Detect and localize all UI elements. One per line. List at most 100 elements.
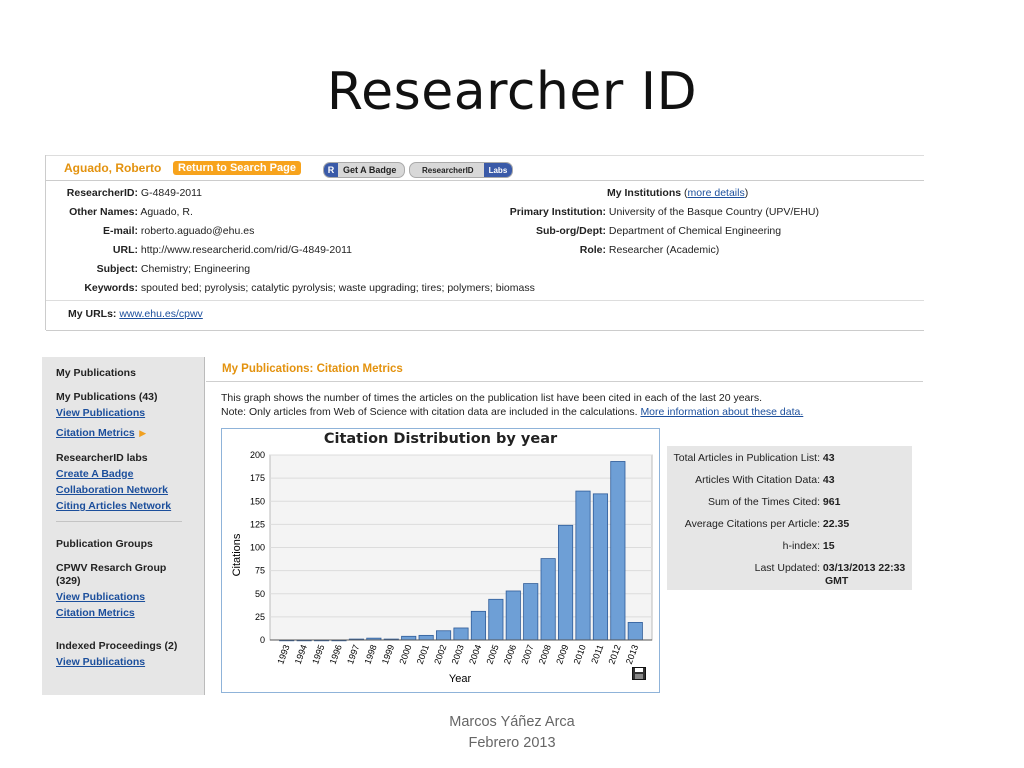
x-tick-label: 1994 (293, 643, 309, 665)
sidebar-my-publications-count: My Publications (43) (56, 391, 158, 403)
x-axis-label: Year (449, 673, 472, 685)
field-sub-org: Sub-org/Dept: Department of Chemical Eng… (536, 225, 782, 237)
page-title: My Publications: Citation Metrics (222, 363, 403, 375)
sidebar-item-collaboration-network[interactable]: Collaboration Network (56, 484, 168, 496)
y-tick-label: 0 (260, 635, 265, 645)
footer-date: Febrero 2013 (468, 735, 556, 751)
slide-title: Researcher ID (326, 62, 698, 122)
field-role: Role: Researcher (Academic) (579, 244, 720, 256)
field-my-urls: My URLs: www.ehu.es/cpwv (68, 308, 203, 320)
x-tick-label: 2006 (502, 643, 518, 665)
field-url: URL: http://www.researcherid.com/rid/G-4… (112, 244, 352, 256)
sidebar-item-citation-metrics[interactable]: Citation Metrics ▶ (56, 423, 146, 441)
x-tick-label: 2007 (519, 643, 535, 665)
orange-triangle-right-icon: ▶ (139, 428, 147, 438)
floppy-disk-icon[interactable] (632, 667, 646, 680)
x-tick-label: 2011 (589, 643, 605, 665)
sidebar-item-proceedings-view-publications[interactable]: View Publications (56, 656, 145, 668)
sidebar-group-count: (329) (56, 575, 81, 587)
stat-last-updated: Last Updated: 03/13/2013 22:33 (754, 562, 906, 574)
bar-2002 (436, 630, 452, 641)
field-primary-institution: Primary Institution: University of the B… (509, 206, 819, 218)
bar-2013 (627, 622, 643, 641)
stat-last-updated-tz: GMT (825, 575, 849, 587)
stat-articles-with-citation-data: Articles With Citation Data: 43 (695, 474, 835, 486)
bar-2003 (453, 627, 469, 641)
bar-2010 (575, 490, 591, 641)
main-heading-bar: My Publications: Citation Metrics (206, 357, 923, 382)
x-tick-label: 2010 (572, 643, 588, 665)
more-details-link[interactable]: more details (688, 187, 745, 199)
researcher-name: Aguado, Roberto (64, 161, 162, 175)
y-tick-label: 50 (255, 589, 265, 599)
y-tick-label: 75 (255, 566, 265, 576)
x-tick-label: 2003 (450, 643, 466, 665)
stat-sum-times-cited: Sum of the Times Cited: 961 (707, 496, 841, 508)
sidebar-item-view-publications[interactable]: View Publications (56, 407, 145, 419)
get-badge-label: Get A Badge (343, 165, 397, 175)
x-tick-label: 2008 (537, 643, 553, 665)
sidebar-item-create-badge[interactable]: Create A Badge (56, 468, 133, 480)
y-tick-label: 25 (255, 612, 265, 622)
divider (46, 330, 924, 331)
sidebar-heading-my-publications: My Publications (56, 367, 136, 379)
x-tick-label: 2009 (554, 643, 570, 665)
x-tick-label: 1995 (310, 643, 326, 665)
x-tick-label: 1999 (380, 643, 396, 665)
chart-plot: 02550751001251501752001993 1994 1995 1996 19… (231, 450, 653, 685)
field-subject: Subject: Chemistry; Engineering (96, 263, 251, 275)
field-email: E-mail: roberto.aguado@ehu.es (102, 225, 255, 237)
sidebar-item-group-citation-metrics[interactable]: Citation Metrics (56, 607, 135, 619)
profile-panel: Aguado, Roberto Return to Search Page R … (45, 155, 924, 331)
return-to-search-button[interactable]: Return to Search Page (173, 161, 301, 175)
description-line-1: This graph shows the number of times the… (221, 392, 763, 404)
bar-2006 (505, 590, 521, 641)
researcherid-label: ResearcherID (422, 165, 474, 175)
bar-2007 (523, 583, 539, 641)
sidebar-citation-metrics-label: Citation Metrics (56, 427, 135, 439)
stat-average-citations: Average Citations per Article: 22.35 (684, 518, 850, 530)
my-url-link[interactable]: www.ehu.es/cpwv (119, 308, 202, 320)
field-my-institutions: My Institutions (more details) (607, 187, 749, 199)
get-badge-button[interactable]: R Get A Badge (323, 162, 406, 178)
divider (46, 300, 924, 301)
x-tick-label: 1998 (362, 643, 378, 665)
sidebar-heading-indexed-proceedings: Indexed Proceedings (2) (56, 640, 178, 652)
sidebar: My Publications My Publications (43) Vie… (42, 357, 205, 695)
citation-stats-panel: Total Articles in Publication List: 43 A… (667, 446, 912, 590)
field-other-names: Other Names: Aguado, R. (69, 206, 193, 218)
sidebar-group-name: CPWV Resarch Group (56, 562, 167, 574)
profile-topbar: Aguado, Roberto Return to Search Page R … (46, 155, 924, 181)
x-tick-label: 1993 (275, 643, 291, 665)
x-tick-label: 2013 (624, 643, 640, 665)
field-keywords: Keywords: spouted bed; pyrolysis; cataly… (84, 282, 535, 294)
x-tick-label: 2002 (432, 643, 448, 665)
field-researcherid: ResearcherID: G-4849-2011 (66, 187, 203, 199)
citation-chart: Citation Distribution by year 0 25 50 75 100… (221, 428, 660, 693)
footer-author: Marcos Yáñez Arca (449, 714, 575, 730)
bar-2001 (418, 634, 434, 641)
bar-2005 (488, 598, 504, 641)
x-tick-label: 2001 (415, 643, 431, 665)
stat-h-index: h-index: 15 (782, 540, 835, 552)
researcherid-logo-icon: R (324, 163, 338, 177)
more-information-link[interactable]: More information about these data. (640, 406, 803, 418)
x-tick-label: 2000 (397, 643, 413, 665)
sidebar-item-group-view-publications[interactable]: View Publications (56, 591, 145, 603)
x-tick-label: 2004 (467, 643, 483, 665)
researcherid-labs-button[interactable]: ResearcherID Labs (409, 162, 514, 178)
bar-2008 (540, 558, 556, 641)
y-tick-label: 150 (250, 496, 265, 506)
stat-total-articles: Total Articles in Publication List: 43 (673, 452, 835, 464)
x-tick-label: 1996 (328, 643, 344, 665)
x-tick-label: 2005 (484, 643, 500, 665)
y-tick-label: 175 (250, 473, 265, 483)
sidebar-divider (56, 521, 182, 522)
y-tick-label: 100 (250, 543, 265, 553)
x-tick-label: 2012 (606, 643, 622, 665)
labs-label: Labs (483, 163, 513, 177)
sidebar-heading-rid-labs: ResearcherID labs (56, 452, 148, 464)
y-tick-label: 125 (250, 519, 265, 529)
bar-2004 (470, 610, 486, 641)
sidebar-item-citing-articles-network[interactable]: Citing Articles Network (56, 500, 171, 512)
